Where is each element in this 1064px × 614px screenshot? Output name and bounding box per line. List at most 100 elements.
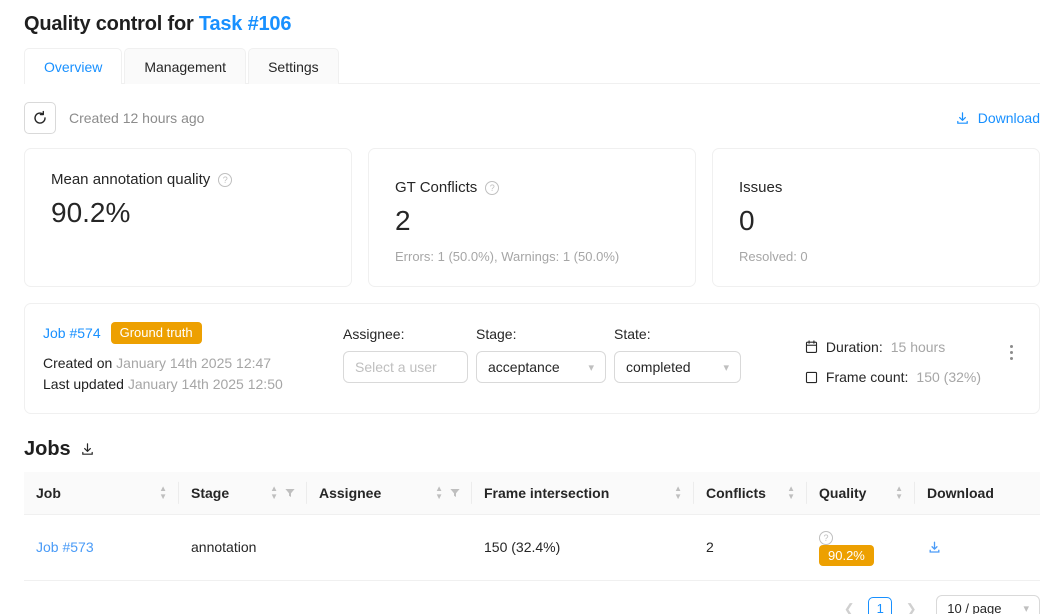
frame-count-label: Frame count: — [826, 369, 908, 385]
card-title-label: Mean annotation quality — [51, 171, 210, 188]
job-updated-label: Last updated — [43, 376, 124, 392]
filter-icon[interactable] — [450, 488, 460, 498]
job-created-row: Created on January 14th 2025 12:47 — [43, 353, 343, 374]
tab-management[interactable]: Management — [124, 48, 246, 84]
state-value: completed — [626, 359, 691, 375]
card-title-label: GT Conflicts — [395, 179, 477, 196]
column-label: Quality — [819, 485, 866, 501]
duration-label: Duration: — [826, 339, 883, 355]
frame-count-row: Frame count: 150 (32%) — [805, 362, 981, 392]
job-updated-value: January 14th 2025 12:50 — [128, 376, 283, 392]
job-stats-area: Duration: 15 hours Frame count: 150 (32%… — [805, 322, 1019, 392]
dot — [1010, 357, 1013, 360]
column-header-download: Download — [915, 472, 1040, 515]
card-title: Issues — [739, 179, 1013, 196]
card-value: 0 — [739, 206, 1013, 237]
column-header-assignee[interactable]: Assignee ▲▼ — [307, 472, 472, 515]
card-title-label: Issues — [739, 179, 782, 196]
column-header-conflicts[interactable]: Conflicts ▲▼ — [694, 472, 807, 515]
created-timestamp: Created 12 hours ago — [69, 110, 204, 126]
pagination: ❮ 1 ❯ 10 / page ▾ — [24, 595, 1040, 614]
card-value: 2 — [395, 206, 669, 237]
overview-toolbar: Created 12 hours ago Download — [24, 102, 1040, 134]
sort-toggle-icon[interactable]: ▲▼ — [159, 485, 167, 500]
cell-frame-intersection: 150 (32.4%) — [472, 514, 694, 580]
frame-count-value: 150 (32%) — [916, 369, 981, 385]
column-header-job[interactable]: Job ▲▼ — [24, 472, 179, 515]
help-icon[interactable]: ? — [218, 173, 232, 187]
state-select[interactable]: completed ▾ — [614, 351, 741, 383]
page-size-select[interactable]: 10 / page ▾ — [936, 595, 1040, 614]
assignee-select[interactable]: Select a user — [343, 351, 468, 383]
stage-select[interactable]: acceptance ▾ — [476, 351, 606, 383]
quality-control-page: Quality control for Task #106 Overview M… — [0, 0, 1064, 614]
job-stats: Duration: 15 hours Frame count: 150 (32%… — [805, 332, 981, 392]
card-issues: Issues 0 Resolved: 0 — [712, 148, 1040, 287]
cell-job: Job #573 — [24, 514, 179, 580]
chevron-down-icon: ▾ — [717, 361, 729, 374]
task-link[interactable]: Task #106 — [199, 13, 291, 35]
card-subtext: Resolved: 0 — [739, 249, 1013, 264]
square-icon — [805, 371, 818, 384]
jobs-table-body: Job #573 annotation 150 (32.4%) 2 ? 90.2… — [24, 514, 1040, 580]
sort-toggle-icon[interactable]: ▲▼ — [787, 485, 795, 500]
refresh-button[interactable] — [24, 102, 56, 134]
column-label: Assignee — [319, 485, 381, 501]
column-label: Conflicts — [706, 485, 766, 501]
download-report-label: Download — [978, 110, 1040, 126]
card-title: Mean annotation quality ? — [51, 171, 325, 188]
sort-toggle-icon[interactable]: ▲▼ — [895, 485, 903, 500]
column-header-frame-intersection[interactable]: Frame intersection ▲▼ — [472, 472, 694, 515]
summary-cards: Mean annotation quality ? 90.2% GT Confl… — [24, 148, 1040, 287]
help-icon[interactable]: ? — [485, 181, 499, 195]
jobs-table: Job ▲▼ Stage ▲▼ — [24, 472, 1040, 581]
jobs-section-header: Jobs — [24, 438, 1040, 461]
pagination-next-button[interactable]: ❯ — [900, 597, 922, 614]
cell-assignee — [307, 514, 472, 580]
field-state: State: completed ▾ — [614, 326, 741, 383]
jobs-download-button[interactable] — [80, 442, 95, 457]
sort-toggle-icon[interactable]: ▲▼ — [674, 485, 682, 500]
job-row-link[interactable]: Job #573 — [36, 539, 94, 555]
column-header-quality[interactable]: Quality ▲▼ — [807, 472, 915, 515]
quality-badge: 90.2% — [819, 545, 874, 566]
duration-value: 15 hours — [891, 339, 945, 355]
stage-value: acceptance — [488, 359, 560, 375]
job-created-label: Created on — [43, 355, 112, 371]
tab-bar: Overview Management Settings — [24, 48, 1040, 84]
filter-icon[interactable] — [285, 488, 295, 498]
download-report-button[interactable]: Download — [955, 110, 1040, 126]
cell-quality: ? 90.2% — [807, 514, 915, 580]
dot — [1010, 345, 1013, 348]
column-controls: ▲▼ — [674, 485, 682, 500]
tab-settings[interactable]: Settings — [248, 48, 339, 84]
page-title-prefix: Quality control for — [24, 13, 194, 35]
state-label: State: — [614, 326, 741, 342]
card-value: 90.2% — [51, 198, 325, 229]
quality-help-icon[interactable]: ? — [819, 531, 833, 545]
table-row: Job #573 annotation 150 (32.4%) 2 ? 90.2… — [24, 514, 1040, 580]
sort-toggle-icon[interactable]: ▲▼ — [270, 485, 278, 500]
tab-overview[interactable]: Overview — [24, 48, 122, 84]
pagination-page-1[interactable]: 1 — [868, 597, 892, 614]
page-title: Quality control for Task #106 — [24, 0, 1040, 36]
download-icon — [955, 111, 970, 126]
jobs-heading-label: Jobs — [24, 438, 71, 461]
assignee-label: Assignee: — [343, 326, 468, 342]
column-controls: ▲▼ — [435, 485, 460, 500]
pagination-prev-button[interactable]: ❮ — [838, 597, 860, 614]
row-download-button[interactable] — [927, 540, 1028, 555]
sort-toggle-icon[interactable]: ▲▼ — [435, 485, 443, 500]
dot — [1010, 351, 1013, 354]
column-label: Frame intersection — [484, 485, 609, 501]
job-link[interactable]: Job #574 — [43, 325, 101, 341]
more-vertical-icon[interactable] — [1003, 340, 1019, 364]
chevron-right-icon: ❯ — [906, 601, 917, 614]
card-title: GT Conflicts ? — [395, 179, 669, 196]
column-label: Download — [927, 485, 994, 501]
cell-stage: annotation — [179, 514, 307, 580]
chevron-left-icon: ❮ — [844, 601, 855, 614]
chevron-down-icon: ▾ — [582, 361, 594, 374]
column-controls: ▲▼ — [159, 485, 167, 500]
column-header-stage[interactable]: Stage ▲▼ — [179, 472, 307, 515]
